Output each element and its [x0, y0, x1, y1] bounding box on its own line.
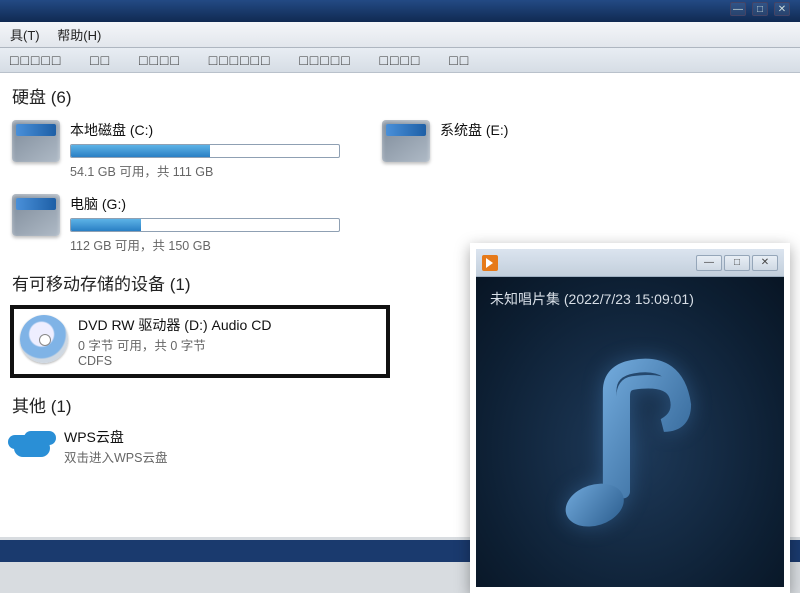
disc-icon: [20, 315, 68, 363]
drive-grid: 本地磁盘 (C:) 54.1 GB 可用，共 111 GB 系统盘 (E:) 电…: [10, 118, 790, 256]
player-titlebar[interactable]: — □ ✕: [476, 249, 784, 277]
hdd-icon: [12, 120, 60, 162]
player-maximize-button[interactable]: □: [724, 255, 750, 271]
close-button[interactable]: ✕: [774, 2, 790, 16]
player-window-controls: — □ ✕: [696, 255, 778, 271]
play-icon: [482, 255, 498, 271]
drive-filesystem: CDFS: [78, 354, 271, 368]
menu-help[interactable]: 帮助(H): [57, 28, 101, 43]
wps-subtext: 双击进入WPS云盘: [64, 447, 167, 466]
toolbar-item[interactable]: □□: [449, 52, 470, 68]
drive-item-g[interactable]: 电脑 (G:) 112 GB 可用，共 150 GB: [10, 192, 360, 256]
drive-subtext: 54.1 GB 可用，共 111 GB: [70, 161, 358, 180]
toolbar-item[interactable]: □□□□□□: [209, 52, 272, 68]
drive-label: 电脑 (G:): [70, 194, 358, 214]
toolbar-item[interactable]: □□□□: [139, 52, 181, 68]
drive-label: 系统盘 (E:): [440, 120, 678, 140]
player-close-button[interactable]: ✕: [752, 255, 778, 271]
capacity-bar: [70, 144, 340, 158]
hdd-icon: [382, 120, 430, 162]
menu-tools[interactable]: 具(T): [10, 28, 40, 43]
maximize-button[interactable]: □: [752, 2, 768, 16]
drive-subtext: 0 字节 可用，共 0 字节: [78, 335, 271, 354]
drive-item-c[interactable]: 本地磁盘 (C:) 54.1 GB 可用，共 111 GB: [10, 118, 360, 182]
drive-subtext: 112 GB 可用，共 150 GB: [70, 235, 358, 254]
drive-label: DVD RW 驱动器 (D:) Audio CD: [78, 315, 271, 335]
explorer-content: 硬盘 (6) 本地磁盘 (C:) 54.1 GB 可用，共 111 GB 系统盘…: [0, 73, 800, 537]
toolbar-item[interactable]: □□□□□: [10, 52, 62, 68]
player-minimize-button[interactable]: —: [696, 255, 722, 271]
cloud-icon: [10, 427, 54, 461]
hdd-icon: [12, 194, 60, 236]
music-note-icon: [545, 351, 715, 546]
media-player-window[interactable]: — □ ✕ 未知唱片集 (2022/7/23 15:09:01): [470, 243, 790, 593]
window-controls: — □ ✕: [730, 2, 790, 16]
album-title: 未知唱片集 (2022/7/23 15:09:01): [490, 289, 694, 309]
toolbar-item[interactable]: □□□□: [380, 52, 422, 68]
player-body: 未知唱片集 (2022/7/23 15:09:01): [476, 277, 784, 587]
section-header-hdd: 硬盘 (6): [12, 83, 790, 108]
toolbar-item[interactable]: □□□□□: [299, 52, 351, 68]
toolbar-item[interactable]: □□: [90, 52, 111, 68]
menubar: 具(T) 帮助(H): [0, 22, 800, 48]
drive-item-dvd[interactable]: DVD RW 驱动器 (D:) Audio CD 0 字节 可用，共 0 字节 …: [10, 305, 390, 378]
drive-item-e[interactable]: 系统盘 (E:): [380, 118, 680, 182]
toolbar: □□□□□ □□ □□□□ □□□□□□ □□□□□ □□□□ □□: [0, 48, 800, 73]
window-titlebar: — □ ✕: [0, 0, 800, 22]
wps-title: WPS云盘: [64, 427, 167, 447]
drive-label: 本地磁盘 (C:): [70, 120, 358, 140]
minimize-button[interactable]: —: [730, 2, 746, 16]
capacity-bar: [70, 218, 340, 232]
